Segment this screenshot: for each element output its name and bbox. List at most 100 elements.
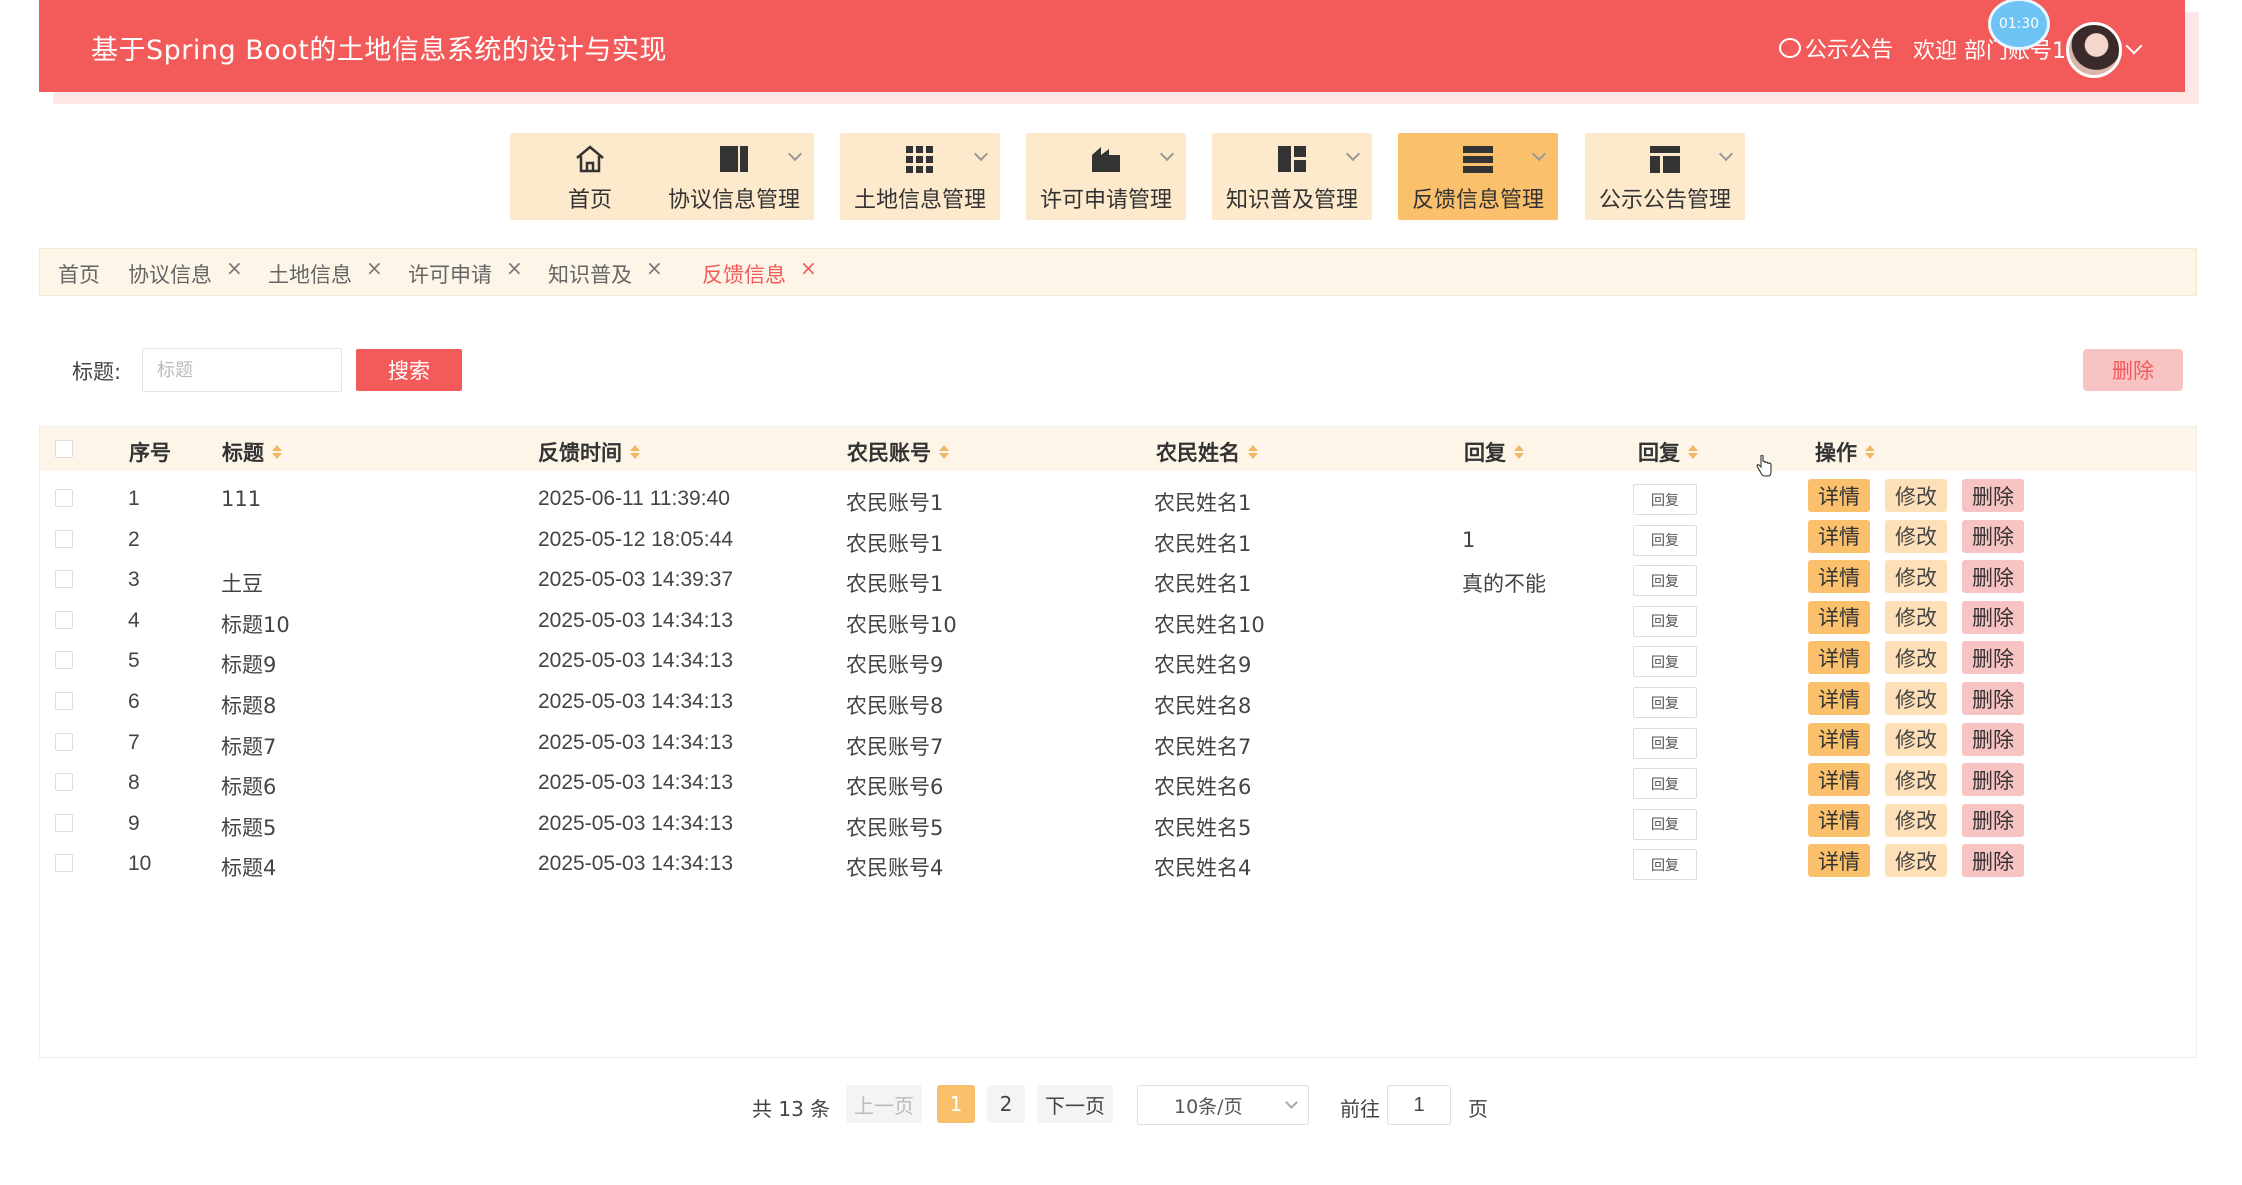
sort-icon xyxy=(630,445,640,459)
close-icon[interactable]: × xyxy=(800,256,817,280)
sort-icon xyxy=(1514,445,1524,459)
feedback-table: 序号 标题 反馈时间 农民账号 农民姓名 回复 回复 操作 1 111 2025-0… xyxy=(39,426,2197,1058)
tab-feedback[interactable]: 反馈信息 × xyxy=(702,256,817,289)
detail-button[interactable]: 详情 xyxy=(1808,641,1870,675)
nav-notice[interactable]: 公示公告管理 xyxy=(1585,133,1745,220)
column-header-name[interactable]: 农民姓名 xyxy=(1156,437,1258,467)
edit-button[interactable]: 修改 xyxy=(1885,519,1947,553)
column-header-time[interactable]: 反馈时间 xyxy=(538,437,640,467)
close-icon[interactable]: × xyxy=(506,256,523,280)
next-page-button[interactable]: 下一页 xyxy=(1037,1085,1113,1123)
reply-button[interactable]: 回复 xyxy=(1633,727,1697,759)
goto-page-input[interactable] xyxy=(1387,1085,1451,1125)
edit-button[interactable]: 修改 xyxy=(1885,479,1947,512)
column-header-operations[interactable]: 操作 xyxy=(1815,437,1875,467)
edit-button[interactable]: 修改 xyxy=(1885,763,1947,797)
tab-home[interactable]: 首页 xyxy=(58,259,100,289)
detail-button[interactable]: 详情 xyxy=(1808,600,1870,634)
tab-agreement[interactable]: 协议信息 × xyxy=(128,256,243,289)
reply-button[interactable]: 回复 xyxy=(1633,646,1697,678)
reply-button[interactable]: 回复 xyxy=(1633,849,1697,881)
chevron-down-icon[interactable] xyxy=(2125,37,2143,55)
reply-button[interactable]: 回复 xyxy=(1633,484,1697,515)
delete-button[interactable]: 删除 xyxy=(1962,600,2024,634)
close-icon[interactable]: × xyxy=(366,256,383,280)
delete-button[interactable]: 删除 xyxy=(1962,722,2024,756)
column-header-title[interactable]: 标题 xyxy=(222,437,282,467)
row-checkbox[interactable] xyxy=(55,610,73,629)
nav-land[interactable]: 土地信息管理 xyxy=(840,133,1000,220)
delete-button[interactable]: 删除 xyxy=(1962,519,2024,553)
detail-button[interactable]: 详情 xyxy=(1808,479,1870,512)
chevron-down-icon xyxy=(1718,146,1734,162)
cell-no: 2 xyxy=(128,527,140,551)
user-avatar[interactable] xyxy=(2066,22,2122,78)
reply-button[interactable]: 回复 xyxy=(1633,565,1697,597)
row-checkbox[interactable] xyxy=(55,773,73,792)
edit-button[interactable]: 修改 xyxy=(1885,722,1947,756)
chevron-down-icon xyxy=(1285,1096,1298,1109)
delete-button[interactable]: 删除 xyxy=(1962,803,2024,837)
delete-button[interactable]: 删除 xyxy=(1962,479,2024,512)
delete-button[interactable]: 删除 xyxy=(1962,560,2024,594)
row-checkbox[interactable] xyxy=(55,489,73,507)
edit-button[interactable]: 修改 xyxy=(1885,560,1947,594)
chat-bubble-icon xyxy=(1779,38,1801,58)
nav-home[interactable]: 首页 xyxy=(510,133,670,220)
tab-permit[interactable]: 许可申请 × xyxy=(408,256,523,289)
search-button[interactable]: 搜索 xyxy=(356,349,462,391)
tab-knowledge[interactable]: 知识普及 × xyxy=(548,256,663,289)
detail-button[interactable]: 详情 xyxy=(1808,560,1870,594)
notice-link[interactable]: 公示公告 xyxy=(1779,32,1893,64)
prev-page-button[interactable]: 上一页 xyxy=(846,1085,922,1123)
cell-time: 2025-05-03 14:34:13 xyxy=(538,852,733,876)
edit-button[interactable]: 修改 xyxy=(1885,641,1947,675)
detail-button[interactable]: 详情 xyxy=(1808,763,1870,797)
row-checkbox[interactable] xyxy=(55,813,73,832)
nav-agreement[interactable]: 协议信息管理 xyxy=(654,133,814,220)
select-all-checkbox[interactable] xyxy=(55,440,73,458)
sort-icon xyxy=(1688,445,1698,459)
reply-button[interactable]: 回复 xyxy=(1633,605,1697,637)
reply-button[interactable]: 回复 xyxy=(1633,687,1697,718)
page-button-2[interactable]: 2 xyxy=(987,1085,1025,1123)
edit-button[interactable]: 修改 xyxy=(1885,844,1947,878)
nav-permit[interactable]: 许可申请管理 xyxy=(1026,133,1186,220)
delete-button[interactable]: 删除 xyxy=(1962,763,2024,797)
reply-button[interactable]: 回复 xyxy=(1633,524,1697,556)
nav-knowledge[interactable]: 知识普及管理 xyxy=(1212,133,1372,220)
tab-land[interactable]: 土地信息 × xyxy=(268,256,383,289)
row-checkbox[interactable] xyxy=(55,854,73,873)
edit-button[interactable]: 修改 xyxy=(1885,803,1947,837)
row-checkbox[interactable] xyxy=(55,529,73,548)
column-header-reply-action[interactable]: 回复 xyxy=(1638,437,1698,467)
batch-delete-button[interactable]: 删除 xyxy=(2083,349,2183,391)
search-label: 标题: xyxy=(72,360,122,384)
detail-button[interactable]: 详情 xyxy=(1808,519,1870,553)
edit-button[interactable]: 修改 xyxy=(1885,682,1947,715)
detail-button[interactable]: 详情 xyxy=(1808,844,1870,878)
close-icon[interactable]: × xyxy=(226,256,243,280)
delete-button[interactable]: 删除 xyxy=(1962,682,2024,715)
detail-button[interactable]: 详情 xyxy=(1808,682,1870,715)
edit-button[interactable]: 修改 xyxy=(1885,600,1947,634)
search-input[interactable] xyxy=(142,348,342,392)
close-icon[interactable]: × xyxy=(646,256,663,280)
row-checkbox[interactable] xyxy=(55,651,73,670)
column-header-reply[interactable]: 回复 xyxy=(1464,437,1524,467)
page-button-1[interactable]: 1 xyxy=(937,1085,975,1123)
row-checkbox[interactable] xyxy=(55,732,73,751)
nav-feedback[interactable]: 反馈信息管理 xyxy=(1398,133,1558,220)
detail-button[interactable]: 详情 xyxy=(1808,722,1870,756)
cell-time: 2025-05-03 14:34:13 xyxy=(538,811,733,835)
delete-button[interactable]: 删除 xyxy=(1962,844,2024,878)
reply-button[interactable]: 回复 xyxy=(1633,808,1697,840)
page-size-select[interactable]: 10条/页 xyxy=(1137,1085,1309,1125)
column-header-account[interactable]: 农民账号 xyxy=(847,437,949,467)
delete-button[interactable]: 删除 xyxy=(1962,641,2024,675)
reply-button[interactable]: 回复 xyxy=(1633,768,1697,800)
row-checkbox[interactable] xyxy=(55,692,73,710)
table-row: 10 标题4 2025-05-03 14:34:13 农民账号4 农民姓名4 回复 详情 修改… xyxy=(40,836,2196,894)
detail-button[interactable]: 详情 xyxy=(1808,803,1870,837)
row-checkbox[interactable] xyxy=(55,570,73,589)
